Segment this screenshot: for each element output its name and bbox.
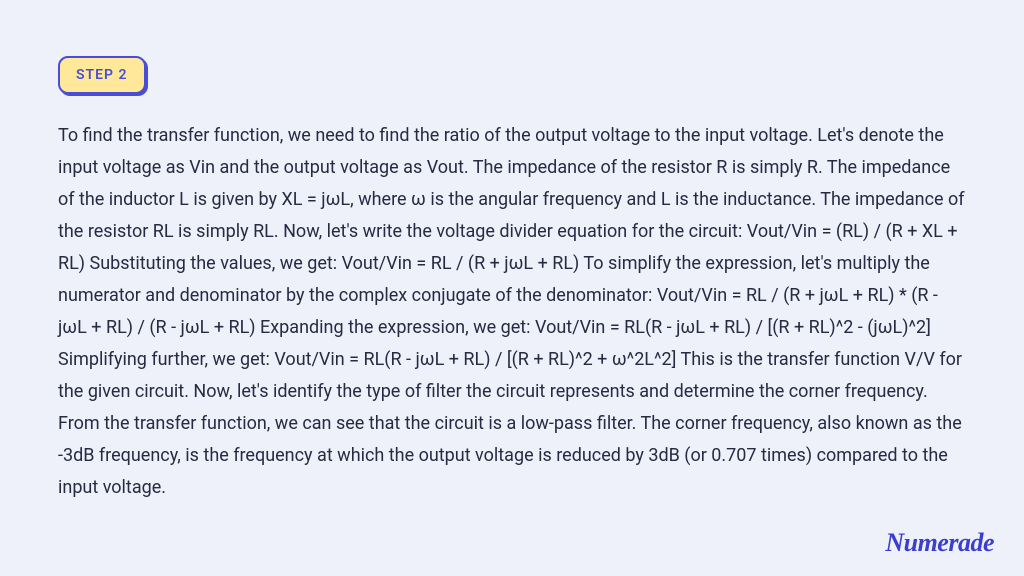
brand-name: Numerade [885, 528, 994, 557]
step-badge: STEP 2 [58, 56, 146, 94]
step-label: STEP 2 [76, 67, 128, 83]
brand-logo: Numerade [885, 528, 994, 558]
explanation-text: To find the transfer function, we need t… [58, 120, 966, 504]
content-container: STEP 2 To find the transfer function, we… [0, 0, 1024, 544]
